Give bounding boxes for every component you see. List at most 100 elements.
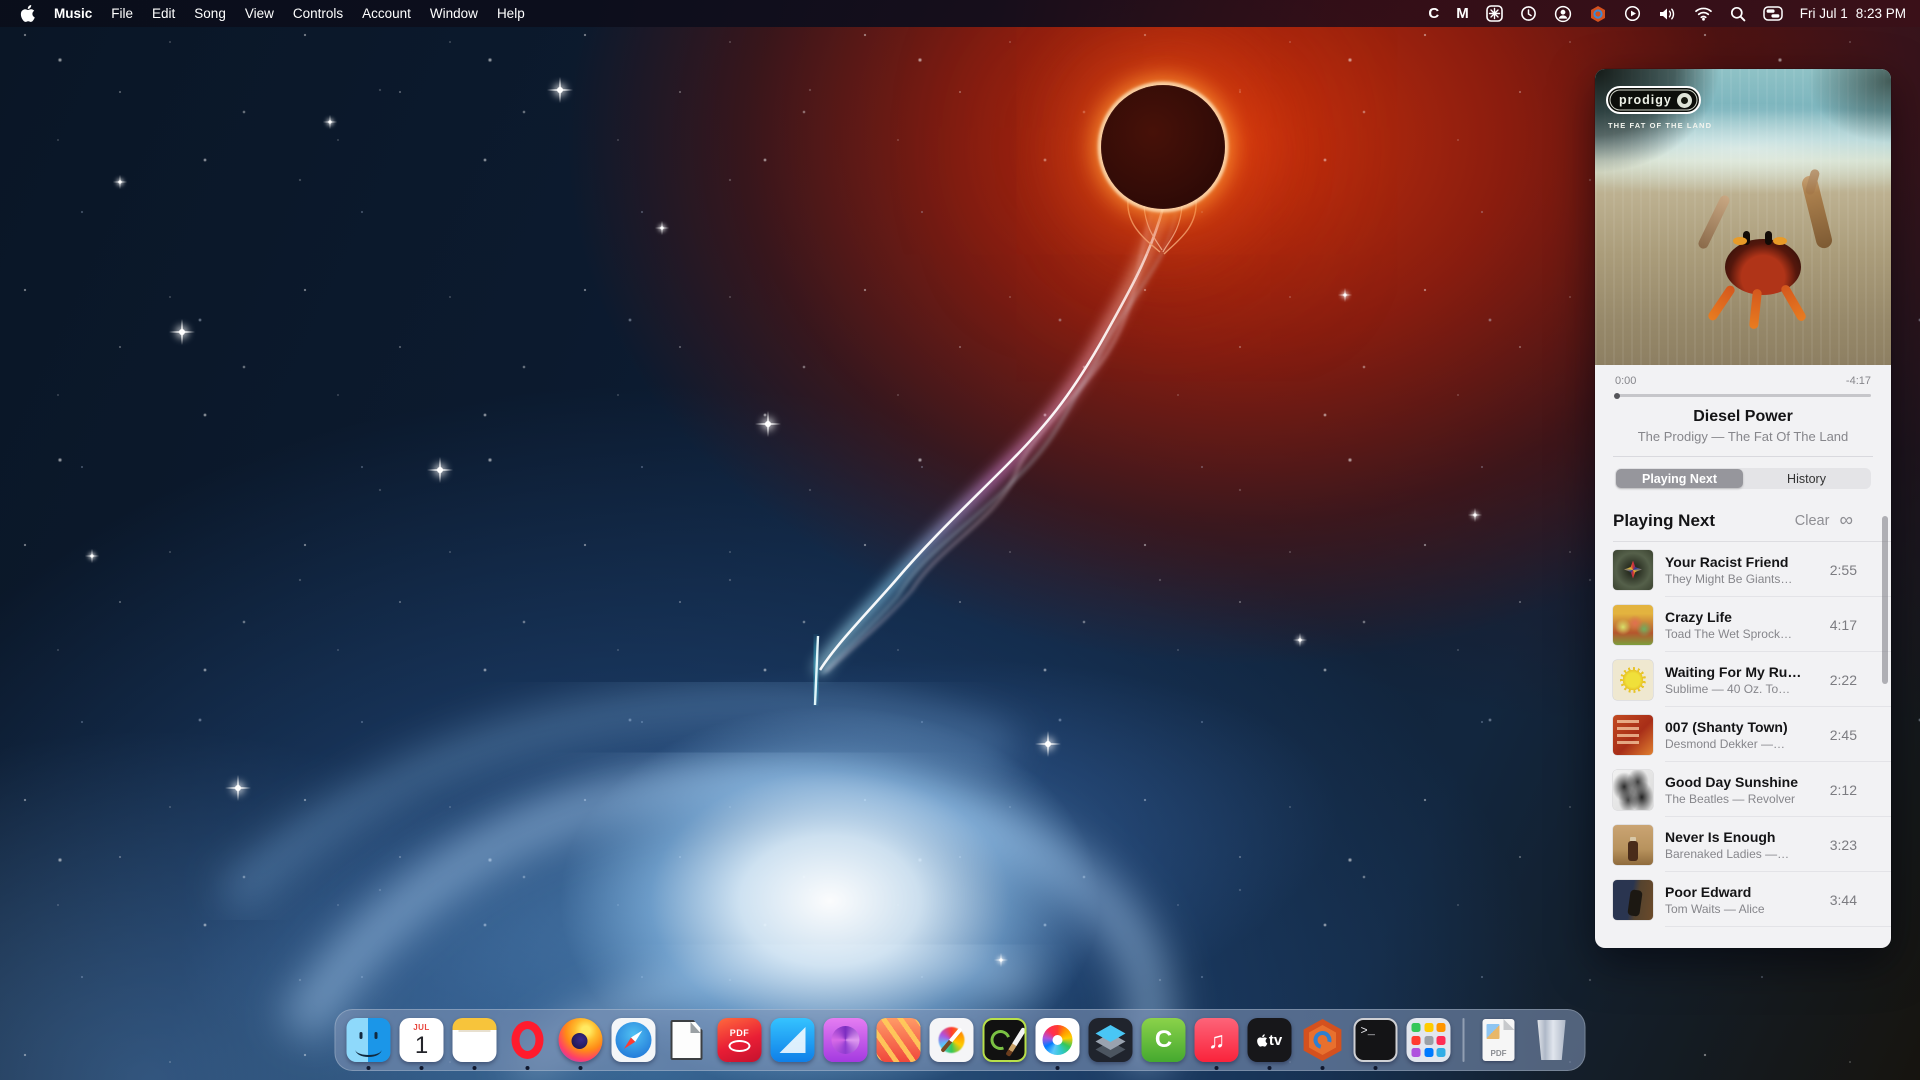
dock-finder-icon[interactable] [346, 1017, 392, 1063]
menu-file[interactable]: File [111, 6, 133, 21]
queue-song-subtitle: They Might Be Giants… [1665, 572, 1824, 586]
dock-affinity-photo-icon[interactable] [823, 1017, 869, 1063]
queue-scrollbar[interactable] [1882, 516, 1888, 684]
progress-knob[interactable] [1614, 393, 1620, 399]
running-indicator [473, 1066, 477, 1070]
menu-edit[interactable]: Edit [152, 6, 175, 21]
menu-song[interactable]: Song [194, 6, 226, 21]
time-machine-icon[interactable] [1520, 4, 1537, 24]
queue-row[interactable]: Your Racist Friend They Might Be Giants…… [1595, 542, 1891, 597]
queue-song-subtitle: The Beatles — Revolver [1665, 792, 1824, 806]
queue-album-thumb [1613, 825, 1653, 865]
queue-album-thumb [1613, 715, 1653, 755]
dock-pixelmator-icon[interactable] [929, 1017, 975, 1063]
dock-firefox-icon[interactable] [558, 1017, 604, 1063]
control-center-icon[interactable] [1763, 4, 1783, 24]
hexagon-app-status-icon[interactable] [1589, 4, 1607, 24]
music-mini-player-popover: prodigy THE FAT OF THE LAND 0:00 -4:17 D… [1595, 69, 1891, 948]
queue-song-duration: 2:12 [1830, 782, 1891, 798]
dock-libreoffice-icon[interactable] [664, 1017, 710, 1063]
dock-safari-icon[interactable] [611, 1017, 657, 1063]
prodigy-logo: prodigy [1606, 86, 1701, 114]
volume-icon[interactable] [1658, 4, 1677, 24]
queue-song-title: Poor Edward [1665, 884, 1824, 900]
dock-camtasia-icon[interactable]: C [1141, 1017, 1187, 1063]
queue-song-duration: 3:23 [1830, 837, 1891, 853]
queue-row[interactable]: 007 (Shanty Town) Desmond Dekker —… 2:45 [1595, 707, 1891, 762]
autoplay-infinity-icon[interactable]: ∞ [1839, 514, 1853, 528]
elapsed-time: 0:00 [1615, 375, 1636, 387]
dock: JUL 1 PDF C [335, 1009, 1586, 1071]
apple-logo-icon [20, 5, 35, 22]
menu-window[interactable]: Window [430, 6, 478, 21]
menu-help[interactable]: Help [497, 6, 525, 21]
queue-song-title: 007 (Shanty Town) [1665, 719, 1824, 735]
tab-playing-next[interactable]: Playing Next [1616, 469, 1743, 488]
album-banner-text: THE FAT OF THE LAND [1608, 121, 1712, 130]
running-indicator [1056, 1066, 1060, 1070]
queue-row[interactable]: Never Is Enough Barenaked Ladies —… 3:23 [1595, 817, 1891, 872]
menu-controls[interactable]: Controls [293, 6, 343, 21]
wifi-icon[interactable] [1694, 4, 1713, 24]
snowflake-utility-icon[interactable] [1486, 4, 1503, 24]
track-title: Diesel Power [1595, 408, 1891, 426]
now-playing-icon[interactable] [1624, 4, 1641, 24]
apple-logo-icon [1257, 1034, 1268, 1047]
dock-music-icon[interactable]: ♫ [1194, 1017, 1240, 1063]
dock-pdf-expert-icon[interactable]: PDF [717, 1017, 763, 1063]
menu-bar-clock[interactable]: Fri Jul 1 8:23 PM [1800, 6, 1906, 21]
queue-song-subtitle: Barenaked Ladies —… [1665, 847, 1824, 861]
dock-layers-app-icon[interactable] [1088, 1017, 1134, 1063]
queue-album-thumb [1613, 880, 1653, 920]
queue-row[interactable]: Good Day Sunshine The Beatles — Revolver… [1595, 762, 1891, 817]
dock-affinity-designer-icon[interactable] [770, 1017, 816, 1063]
queue-tabs: Playing Next History [1615, 468, 1871, 489]
dock-opera-icon[interactable] [505, 1017, 551, 1063]
running-indicator [1215, 1066, 1219, 1070]
malwarebytes-icon[interactable]: M [1456, 4, 1469, 24]
menu-account[interactable]: Account [362, 6, 411, 21]
dock-photos-icon[interactable] [1035, 1017, 1081, 1063]
playing-next-list: Your Racist Friend They Might Be Giants…… [1595, 542, 1891, 927]
queue-song-subtitle: Toad The Wet Sprock… [1665, 627, 1824, 641]
fast-user-switching-icon[interactable] [1554, 4, 1572, 24]
queue-header-title: Playing Next [1613, 511, 1715, 531]
queue-song-title: Good Day Sunshine [1665, 774, 1824, 790]
dock-launchpad-icon[interactable] [1406, 1017, 1452, 1063]
queue-album-thumb [1613, 770, 1653, 810]
dock-calendar-icon[interactable]: JUL 1 [399, 1017, 445, 1063]
divider [1613, 456, 1873, 457]
queue-row[interactable]: Poor Edward Tom Waits — Alice 3:44 [1595, 872, 1891, 927]
spotlight-search-icon[interactable] [1730, 4, 1746, 24]
running-indicator [1321, 1066, 1325, 1070]
dock-hexagon-app-icon[interactable] [1300, 1017, 1346, 1063]
queue-row[interactable]: Crazy Life Toad The Wet Sprock… 4:17 [1595, 597, 1891, 652]
eclipsed-sun [1101, 85, 1225, 209]
running-indicator [367, 1066, 371, 1070]
dock-pdf-document-icon[interactable]: PDF [1476, 1017, 1522, 1063]
clear-queue-button[interactable]: Clear [1795, 513, 1830, 529]
menu-app-name[interactable]: Music [54, 6, 92, 21]
progress-bar[interactable] [1615, 394, 1871, 397]
dock-trash-icon[interactable] [1529, 1017, 1575, 1063]
queue-album-thumb [1613, 605, 1653, 645]
dock-paint-app-icon[interactable] [982, 1017, 1028, 1063]
queue-album-thumb [1613, 660, 1653, 700]
apple-menu[interactable] [20, 5, 35, 22]
dock-apple-tv-icon[interactable]: tv [1247, 1017, 1293, 1063]
queue-song-duration: 3:44 [1830, 892, 1891, 908]
tab-history[interactable]: History [1743, 469, 1870, 488]
queue-song-subtitle: Sublime — 40 Oz. To… [1665, 682, 1824, 696]
running-indicator [1374, 1066, 1378, 1070]
queue-album-thumb [1613, 550, 1653, 590]
queue-song-title: Crazy Life [1665, 609, 1824, 625]
queue-song-subtitle: Tom Waits — Alice [1665, 902, 1824, 916]
queue-song-title: Waiting For My Ru… [1665, 664, 1824, 680]
dock-notes-icon[interactable] [452, 1017, 498, 1063]
clock-date: Fri Jul 1 [1800, 6, 1848, 21]
queue-row[interactable]: Waiting For My Ru… Sublime — 40 Oz. To… … [1595, 652, 1891, 707]
dock-affinity-publisher-icon[interactable] [876, 1017, 922, 1063]
menu-view[interactable]: View [245, 6, 274, 21]
dock-terminal-icon[interactable]: >_ [1353, 1017, 1399, 1063]
carbon-copy-cloner-icon[interactable]: C [1428, 4, 1439, 24]
